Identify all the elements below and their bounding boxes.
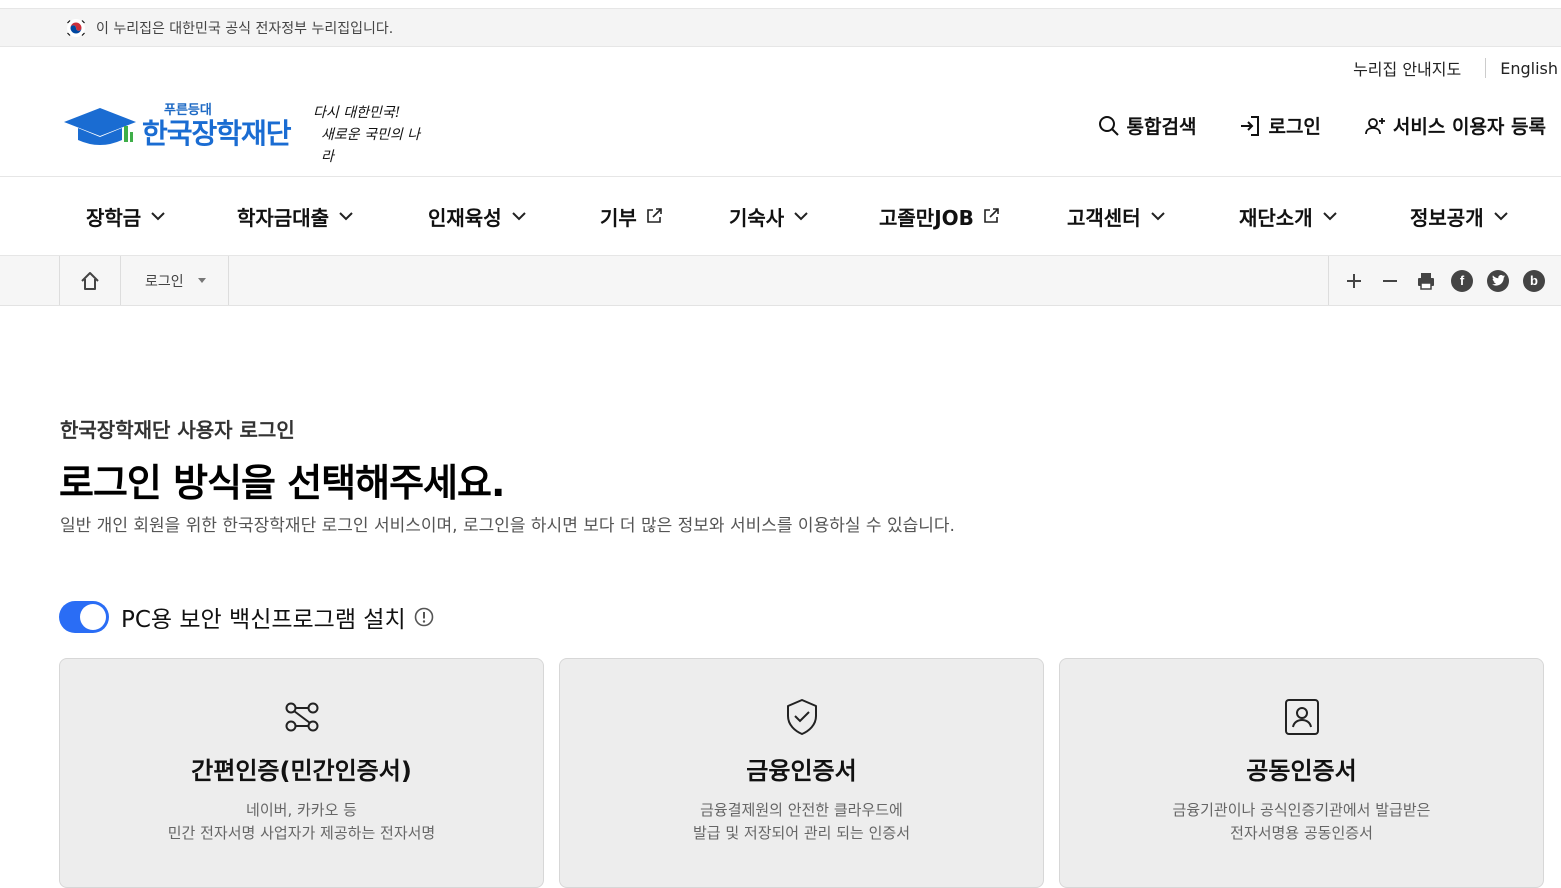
card-desc-line: 네이버, 카카오 등 (246, 801, 357, 819)
nav-student-loan[interactable]: 학자금대출 (237, 177, 355, 255)
gov-banner-text: 이 누리집은 대한민국 공식 전자정부 누리집입니다. (96, 20, 394, 37)
security-toggle-label: PC용 보안 백신프로그램 설치 (121, 607, 406, 633)
nav-foundation[interactable]: 재단소개 (1239, 177, 1339, 255)
nav-customer-center[interactable]: 고객센터 (1067, 177, 1167, 255)
header-actions: 통합검색 로그인 서비스 이용자 등록 (1097, 112, 1546, 139)
chevron-down-icon (511, 212, 526, 221)
nav-talent[interactable]: 인재육성 (428, 177, 528, 255)
card-simple-auth[interactable]: 간편인증(민간인증서) 네이버, 카카오 등 민간 전자서명 사업자가 제공하는… (59, 658, 544, 888)
search-label: 통합검색 (1126, 116, 1197, 138)
security-toggle-row: PC용 보안 백신프로그램 설치 (59, 600, 434, 634)
card-desc-line: 금융기관이나 공식인증기관에서 발급받은 (1172, 801, 1431, 819)
user-add-icon (1365, 117, 1385, 134)
twitter-icon (1487, 269, 1509, 292)
breadcrumb-current: 로그인 (145, 273, 184, 290)
print-icon (1418, 272, 1434, 290)
connection-icon (285, 702, 319, 732)
nav-scholarship[interactable]: 장학금 (86, 177, 167, 255)
login-icon (1241, 115, 1260, 136)
slogan-line-1: 다시 대한민국! (313, 105, 401, 121)
nav-label: 학자금대출 (237, 205, 329, 230)
minus-icon (1383, 279, 1397, 282)
card-desc-line: 금융결제원의 안전한 클라우드에 (700, 801, 903, 819)
divider (1485, 58, 1487, 78)
blog-share-button[interactable]: b (1523, 269, 1545, 292)
zoom-out-button[interactable] (1379, 270, 1401, 292)
nav-label: 인재육성 (428, 205, 502, 230)
caret-down-icon (197, 278, 206, 283)
register-button[interactable]: 서비스 이용자 등록 (1363, 112, 1546, 139)
chevron-down-icon (1150, 212, 1165, 221)
zoom-in-button[interactable] (1343, 270, 1365, 292)
card-desc-line: 전자서명용 공동인증서 (1230, 824, 1373, 842)
external-link-icon (647, 208, 662, 223)
blog-icon: b (1523, 269, 1545, 292)
card-financial-cert[interactable]: 금융인증서 금융결제원의 안전한 클라우드에 발급 및 저장되어 관리 되는 인… (559, 658, 1044, 888)
facebook-icon: f (1451, 269, 1473, 292)
breadcrumb: 로그인 f b (0, 256, 1561, 306)
graduation-cap-icon (64, 108, 136, 145)
chevron-down-icon (339, 212, 353, 221)
card-title: 간편인증(민간인증서) (191, 757, 412, 785)
card-title: 공동인증서 (1246, 757, 1357, 785)
nav-donation[interactable]: 기부 (600, 177, 663, 255)
nav-label: 고객센터 (1067, 205, 1141, 230)
nav-label: 기부 (600, 205, 637, 230)
chevron-down-icon (151, 212, 165, 221)
page-title: 로그인 방식을 선택해주세요. (59, 461, 505, 505)
plus-icon (1347, 273, 1361, 288)
card-title: 금융인증서 (746, 757, 857, 785)
chevron-down-icon (1322, 212, 1337, 221)
taegukgi-icon (67, 18, 85, 37)
card-description: 금융기관이나 공식인증기관에서 발급받은 전자서명용 공동인증서 (1060, 799, 1543, 845)
logo-sub: 푸른등대 (164, 103, 212, 118)
print-button[interactable] (1415, 270, 1437, 292)
page-description: 일반 개인 회원을 위한 한국장학재단 로그인 서비스이며, 로그인을 하시면 … (60, 516, 955, 536)
id-card-icon (1285, 699, 1319, 735)
facebook-share-button[interactable]: f (1451, 269, 1473, 292)
shield-check-icon (787, 699, 817, 735)
utility-links: 누리집 안내지도 English (1353, 56, 1561, 80)
login-label: 로그인 (1268, 116, 1321, 138)
external-link-icon (984, 208, 999, 223)
gov-banner: 이 누리집은 대한민국 공식 전자정부 누리집입니다. (0, 8, 1561, 47)
security-toggle[interactable] (59, 601, 109, 633)
sitemap-link[interactable]: 누리집 안내지도 (1353, 56, 1461, 80)
register-label: 서비스 이용자 등록 (1392, 116, 1546, 138)
chevron-down-icon (794, 212, 808, 221)
nav-label: 재단소개 (1239, 205, 1313, 230)
card-desc-line: 발급 및 저장되어 관리 되는 인증서 (692, 824, 911, 842)
english-link[interactable]: English (1500, 59, 1558, 78)
search-icon (1098, 115, 1119, 136)
slogan: 다시 대한민국! 새로운 국민의 나라 (313, 102, 428, 165)
slogan-line-2: 새로운 국민의 나라 (321, 127, 421, 165)
nav-disclosure[interactable]: 정보공개 (1410, 177, 1510, 255)
twitter-share-button[interactable] (1487, 269, 1509, 292)
logo[interactable]: 푸른등대 한국장학재단 (62, 98, 298, 154)
card-description: 금융결제원의 안전한 클라우드에 발급 및 저장되어 관리 되는 인증서 (560, 799, 1043, 845)
nav-dormitory[interactable]: 기숙사 (729, 177, 810, 255)
breadcrumb-select[interactable]: 로그인 (121, 256, 229, 305)
card-joint-cert[interactable]: 공동인증서 금융기관이나 공식인증기관에서 발급받은 전자서명용 공동인증서 (1059, 658, 1544, 888)
global-nav: 장학금 학자금대출 인재육성 기부 기숙사 고졸만JOB 고객센터 재단소개 정… (0, 176, 1561, 256)
card-desc-line: 민간 전자서명 사업자가 제공하는 전자서명 (167, 824, 436, 842)
nav-label: 정보공개 (1410, 205, 1484, 230)
chevron-down-icon (1493, 212, 1508, 221)
logo-main: 한국장학재단 (142, 117, 292, 150)
nav-label: 장학금 (86, 205, 142, 230)
card-description: 네이버, 카카오 등 민간 전자서명 사업자가 제공하는 전자서명 (60, 799, 543, 845)
toggle-knob (80, 604, 106, 630)
divider (1328, 256, 1329, 305)
home-icon (81, 271, 99, 290)
home-button[interactable] (59, 256, 121, 305)
login-button[interactable]: 로그인 (1238, 112, 1321, 139)
nav-gojolman-job[interactable]: 고졸만JOB (879, 177, 1000, 255)
nav-label: 고졸만JOB (879, 205, 974, 230)
page-subtitle: 한국장학재단 사용자 로그인 (60, 418, 295, 442)
integrated-search-button[interactable]: 통합검색 (1097, 112, 1197, 139)
info-icon[interactable] (414, 607, 434, 627)
page-tools: f b (1328, 256, 1545, 305)
nav-label: 기숙사 (729, 205, 785, 230)
